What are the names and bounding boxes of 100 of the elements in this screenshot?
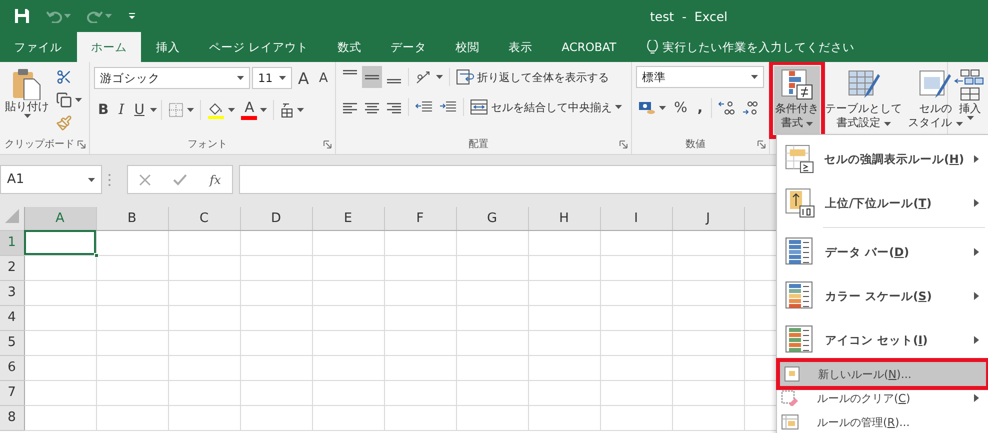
decimal-icon	[742, 100, 760, 116]
menu-item[interactable]: セルの強調表示ルール(H)	[777, 137, 988, 181]
dialog-launcher-icon[interactable]	[323, 140, 332, 148]
merge-cells-icon	[470, 99, 488, 115]
column-header[interactable]: A	[24, 207, 96, 230]
ribbon-tab[interactable]: ACROBAT	[548, 32, 630, 62]
dialog-launcher-icon[interactable]	[619, 140, 628, 148]
comma-button[interactable]: ,	[693, 96, 707, 120]
ribbon-tab[interactable]: ホーム	[77, 32, 141, 62]
style-button[interactable]: 条件付き 書式	[774, 66, 820, 134]
color-scale-icon	[785, 281, 815, 311]
ribbon-tab[interactable]: 挿入	[142, 32, 194, 62]
column-header[interactable]: C	[168, 207, 240, 230]
indent-icon	[415, 100, 433, 114]
tell-me-placeholder[interactable]: 実行したい作業を入力してください	[662, 40, 854, 54]
column-header[interactable]: H	[528, 207, 600, 230]
column-header[interactable]: D	[240, 207, 312, 230]
column-header[interactable]: E	[312, 207, 384, 230]
name-box[interactable]: A1	[0, 165, 102, 194]
font-size-field[interactable]: 11	[252, 67, 292, 89]
money-icon	[638, 100, 656, 116]
clipboard-icon	[11, 68, 43, 100]
row-header[interactable]: 1	[0, 230, 24, 255]
font-color-button[interactable]: A	[239, 99, 270, 121]
menu-item[interactable]: ルールの管理(R)...	[777, 410, 988, 433]
insert-function-button[interactable]: fx	[210, 172, 221, 186]
number-format-field[interactable]: 標準	[636, 66, 764, 88]
column-header[interactable]: F	[384, 207, 456, 230]
vertical-align-button[interactable]	[362, 66, 382, 88]
ribbon-tab[interactable]: データ	[376, 32, 441, 62]
caret-icon	[150, 108, 158, 112]
style-button[interactable]: テーブルとして 書式設定	[824, 66, 903, 134]
caret-icon	[105, 14, 112, 18]
caret-icon	[751, 75, 758, 79]
menu-item[interactable]: 新しいルール(N)...	[780, 362, 986, 386]
row-header[interactable]: 3	[0, 280, 24, 305]
bold-button[interactable]: B	[94, 98, 113, 122]
decimal-icon	[718, 100, 736, 116]
caret-icon	[228, 108, 236, 112]
selected-cell[interactable]	[24, 230, 96, 255]
row-header[interactable]: 8	[0, 405, 24, 430]
customize-toolbar-button[interactable]	[126, 10, 138, 22]
align-right-icon	[386, 100, 402, 114]
row-header[interactable]: 2	[0, 255, 24, 280]
row-header[interactable]: 5	[0, 330, 24, 355]
eraser-icon	[781, 390, 799, 406]
ribbon-tab[interactable]: 校閲	[442, 32, 494, 62]
column-header[interactable]: I	[600, 207, 672, 230]
menu-item[interactable]: ルールのクリア(C)	[777, 386, 988, 410]
ribbon-tab[interactable]: ファイル	[0, 32, 76, 62]
indent-icon	[439, 100, 457, 114]
customize-icon	[128, 12, 136, 20]
caret-icon	[297, 108, 304, 112]
caret-icon	[237, 76, 244, 80]
wrap-text-icon	[456, 69, 474, 85]
italic-button[interactable]: I	[114, 98, 128, 122]
caret-icon	[24, 114, 30, 118]
lightbulb-icon	[647, 40, 658, 54]
column-header[interactable]: G	[456, 207, 528, 230]
window-title: test - Excel	[650, 8, 728, 24]
group-label: クリップボード	[4, 138, 76, 151]
save-icon	[14, 8, 30, 24]
dialog-launcher-icon[interactable]	[77, 140, 86, 148]
scissors-icon	[56, 69, 72, 85]
font-name-field[interactable]: 游ゴシック	[94, 67, 250, 89]
menu-item[interactable]: カラー スケール(S)	[777, 274, 988, 318]
caret-icon	[806, 122, 814, 126]
ribbon-tab[interactable]: ページ レイアウト	[195, 32, 323, 62]
caret-icon	[187, 108, 194, 112]
redo-icon	[87, 9, 103, 23]
paint-bucket-icon	[207, 101, 226, 119]
align-lines-icon	[364, 74, 380, 80]
paste-button[interactable]: 貼り付け	[4, 66, 50, 134]
grow-font-button[interactable]: A	[294, 66, 313, 90]
caret-icon	[659, 106, 666, 110]
group-label: 数値	[684, 138, 706, 151]
underline-button[interactable]: U	[130, 98, 148, 122]
caret-icon	[279, 76, 286, 80]
caret-icon	[260, 108, 268, 112]
menu-item[interactable]: データ バー(D)	[777, 230, 988, 274]
insert-cells-button[interactable]: 挿入	[952, 66, 988, 134]
column-header[interactable]: B	[96, 207, 168, 230]
ribbon-tab[interactable]: 数式	[324, 32, 376, 62]
align-lines-icon	[342, 70, 358, 75]
check-icon[interactable]	[173, 174, 188, 186]
save-button[interactable]	[12, 6, 32, 26]
percent-button[interactable]: %	[670, 96, 692, 120]
column-header[interactable]: J	[672, 207, 744, 230]
ribbon-tab[interactable]: 表示	[494, 32, 547, 62]
row-header[interactable]: 4	[0, 305, 24, 330]
row-header[interactable]: 7	[0, 380, 24, 405]
row-header[interactable]: 6	[0, 355, 24, 380]
menu-item[interactable]: アイコン セット(I)	[777, 318, 988, 362]
merge-center-button[interactable]: セルを結合して中央揃え	[468, 96, 624, 118]
shrink-font-button[interactable]: A	[314, 66, 332, 90]
wrap-text-button[interactable]: 折り返して全体を表示する	[454, 66, 611, 88]
dialog-launcher-icon[interactable]	[757, 140, 766, 148]
menu-item[interactable]: 上位/下位ルール(T)	[777, 181, 988, 225]
paintbrush-icon	[56, 115, 72, 131]
caret-icon	[615, 105, 622, 109]
